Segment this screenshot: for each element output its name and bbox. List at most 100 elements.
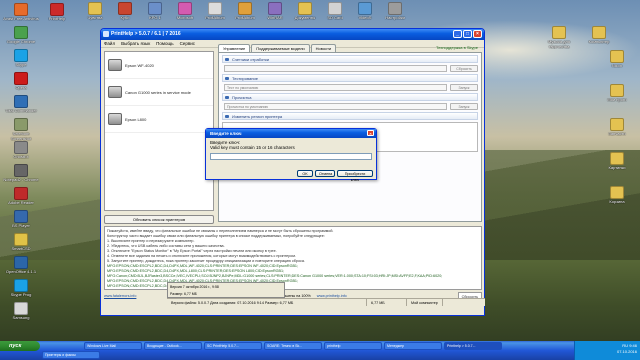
shortcut-icon bbox=[14, 72, 28, 85]
shortcut-label: Skype Prog bbox=[10, 293, 32, 297]
dialog-titlebar[interactable]: Введите ключ × bbox=[206, 129, 376, 138]
log-panel[interactable]: Пожалуйста, имейте ввиду, что фатальные … bbox=[104, 226, 482, 290]
shortcut-label: Samsung bbox=[12, 316, 30, 320]
reset-counters-button[interactable]: Сбросить bbox=[450, 65, 478, 72]
test-combo[interactable]: Тест по умолчанию bbox=[224, 84, 447, 91]
run-cleaning-button[interactable]: Запуск bbox=[450, 103, 478, 110]
section-cleaning: Прочистка Прочистка по умолчанию Запуск bbox=[222, 93, 478, 110]
shortcut-icon bbox=[14, 233, 28, 246]
taskbar-row-2: Принтеры и факсы bbox=[42, 351, 100, 360]
shortcut-label: SmartCSD bbox=[11, 247, 31, 251]
shortcut-icon bbox=[610, 50, 624, 63]
shortcut-icon bbox=[148, 2, 162, 15]
shortcut-icon bbox=[298, 2, 312, 15]
taskbar-button[interactable]: Входящие - Outlook... bbox=[144, 342, 202, 350]
shortcut-icon bbox=[14, 49, 28, 62]
desktop-shortcut[interactable]: Запчасти bbox=[598, 118, 636, 148]
desktop-shortcut[interactable]: Nikon bbox=[598, 50, 636, 80]
cancel-button[interactable]: Отмена bbox=[315, 170, 335, 177]
taskbar-button[interactable]: Принтеры и факсы bbox=[42, 351, 100, 359]
tab-news[interactable]: Новости bbox=[310, 44, 337, 52]
shortcut-label: BS Player bbox=[12, 224, 30, 228]
close-icon[interactable]: × bbox=[473, 30, 482, 38]
refresh-printers-button[interactable]: Обновить список принтеров bbox=[104, 215, 214, 224]
shortcut-icon bbox=[14, 141, 28, 154]
key-input[interactable] bbox=[210, 153, 372, 160]
maximize-icon[interactable]: □ bbox=[463, 30, 472, 38]
shortcut-icon bbox=[238, 2, 252, 15]
taskbar-button[interactable]: Windows Live Mail bbox=[84, 342, 142, 350]
clock-time[interactable]: 9:46 bbox=[629, 343, 637, 348]
shortcut-label: GhostEx bbox=[13, 155, 29, 159]
shortcut-icon bbox=[14, 3, 28, 16]
shortcut-label: Selenium Screenshot bbox=[10, 132, 32, 141]
taskbar-button[interactable]: SOARE: Темно в Sk... bbox=[264, 342, 322, 350]
desktop-shortcut[interactable]: PrintHelp bbox=[38, 3, 76, 33]
cleaning-combo[interactable]: Прочистка по умолчанию bbox=[224, 103, 447, 110]
shortcut-label: Мои проги bbox=[607, 98, 627, 102]
shortcut-icon bbox=[118, 2, 132, 15]
tab-supported-models[interactable]: Поддерживаемые модели bbox=[251, 44, 310, 52]
taskbar-button[interactable]: Printhelp > 5.0.7... bbox=[444, 342, 502, 350]
shortcut-icon bbox=[610, 118, 624, 131]
shortcut-icon bbox=[610, 152, 624, 165]
file-date-label: Версия 7 октября 2016 г., 9:58 bbox=[170, 284, 219, 289]
tab-control[interactable]: Управление bbox=[218, 44, 251, 52]
start-button[interactable]: пуск bbox=[0, 341, 40, 351]
file-size-label: Размер: 6,77 МБ bbox=[170, 291, 197, 296]
shortcut-icon bbox=[358, 2, 372, 15]
menu-file[interactable]: Файл bbox=[104, 40, 115, 47]
ok-button[interactable]: OK bbox=[297, 170, 313, 177]
shortcut-icon bbox=[14, 302, 28, 315]
desktop-shortcut[interactable]: Корзина bbox=[598, 186, 636, 216]
menu-help[interactable]: Помощь bbox=[156, 40, 173, 47]
taskbar-row-1: Windows Live Mail Входящие - Outlook... SC… bbox=[84, 342, 502, 351]
printer-item[interactable]: Canon G1000 series in service mode bbox=[105, 79, 213, 106]
shortcut-label: Запчасти bbox=[608, 132, 626, 136]
fatalerrors-link[interactable]: www.fatalerrors.info bbox=[104, 292, 136, 300]
desktop-shortcut[interactable]: Мои проги bbox=[598, 84, 636, 114]
section-counters: Счетчики отработки Сбросить bbox=[222, 55, 478, 72]
section-header[interactable]: Счетчики отработки bbox=[222, 55, 478, 63]
status-size: 6,77 МБ bbox=[367, 299, 407, 306]
printer-list: Epson WF-4020 Canon G1000 series in serv… bbox=[104, 51, 214, 211]
shortcut-label: Компьютер bbox=[588, 40, 610, 44]
section-header[interactable]: Тестирование bbox=[222, 74, 478, 82]
dialog-close-icon[interactable]: × bbox=[367, 130, 374, 136]
shortcut-icon bbox=[14, 26, 28, 39]
shortcut-icon bbox=[14, 187, 28, 200]
dialog-prompt: Введите ключ: bbox=[210, 140, 241, 145]
printer-item[interactable]: Epson L800 bbox=[105, 106, 213, 133]
buy-key-button[interactable]: Приобрести ключ bbox=[337, 170, 373, 182]
dialog-message: Valid key must contain 15 or 16 characte… bbox=[210, 145, 295, 150]
enter-key-dialog: Введите ключ × Введите ключ: Valid key m… bbox=[205, 128, 377, 182]
section-header[interactable]: Изменить регион принтера bbox=[222, 112, 478, 120]
shortcut-label: Картинки bbox=[608, 166, 626, 170]
taskbar-button[interactable]: Менеджер bbox=[384, 342, 442, 350]
desktop-shortcut[interactable]: Samsung bbox=[2, 302, 40, 332]
shortcut-icon bbox=[592, 26, 606, 39]
shortcut-icon bbox=[88, 2, 102, 15]
counters-combo[interactable] bbox=[224, 65, 447, 72]
shortcut-icon bbox=[14, 164, 28, 177]
printer-name: Canon G1000 series in service mode bbox=[125, 89, 191, 95]
printer-item[interactable]: Epson WF-4020 bbox=[105, 52, 213, 79]
shortcut-icon bbox=[388, 2, 402, 15]
printer-icon bbox=[108, 59, 122, 71]
desktop-shortcut[interactable]: Картинки bbox=[598, 152, 636, 182]
language-indicator[interactable]: RU bbox=[622, 343, 628, 348]
run-test-button[interactable]: Запуск bbox=[450, 84, 478, 91]
minimize-icon[interactable]: _ bbox=[453, 30, 462, 38]
menu-service[interactable]: Сервис bbox=[180, 40, 195, 47]
taskbar-button[interactable]: SC PrintHelp 5.0.7... bbox=[204, 342, 262, 350]
menu-language[interactable]: Выбрать язык bbox=[121, 40, 150, 47]
dialog-title: Введите ключ bbox=[210, 131, 242, 136]
taskbar-button[interactable]: printhelp bbox=[324, 342, 382, 350]
status-file-info: Версия файла: 5.0.0.7 Дата создания: 07.… bbox=[167, 299, 367, 306]
window-titlebar[interactable]: PrintHelp > 5.0.7 / 6.1 | 7 2016 _ □ × bbox=[101, 29, 484, 40]
shortcut-icon bbox=[14, 210, 28, 223]
shortcut-label: Google Chrome bbox=[6, 40, 36, 44]
section-header[interactable]: Прочистка bbox=[222, 93, 478, 101]
desktop-shortcut[interactable]: Музыка для творчества bbox=[540, 26, 578, 56]
skype-support-link[interactable]: Техподдержка в Skype bbox=[436, 45, 478, 50]
